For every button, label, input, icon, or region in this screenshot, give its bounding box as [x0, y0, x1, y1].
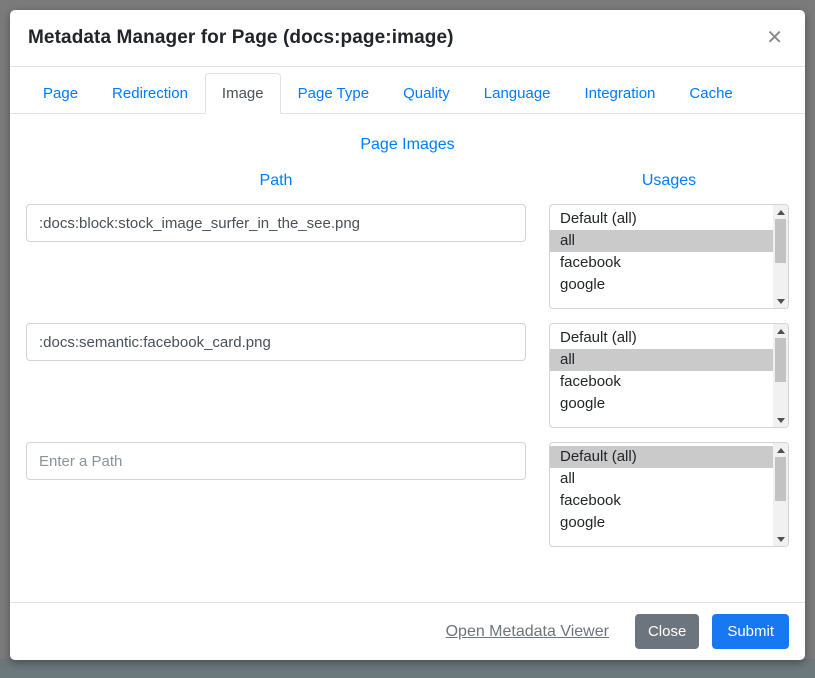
- scrollbar-up-arrow-icon[interactable]: [773, 443, 788, 457]
- tab-image[interactable]: Image: [205, 73, 281, 114]
- listbox-scrollbar[interactable]: [773, 205, 788, 308]
- tab-quality[interactable]: Quality: [386, 73, 467, 114]
- usage-option-google[interactable]: google: [550, 274, 773, 296]
- open-metadata-viewer-link[interactable]: Open Metadata Viewer: [446, 623, 609, 641]
- tab-bar: Page Redirection Image Page Type Quality…: [10, 73, 805, 114]
- usage-option-facebook[interactable]: facebook: [550, 371, 773, 393]
- tab-redirection[interactable]: Redirection: [95, 73, 205, 114]
- dialog-header: Metadata Manager for Page (docs:page:ima…: [10, 10, 805, 67]
- metadata-manager-dialog: Metadata Manager for Page (docs:page:ima…: [10, 10, 805, 660]
- scrollbar-down-arrow-icon[interactable]: [773, 532, 788, 546]
- listbox-scrollbar[interactable]: [773, 443, 788, 546]
- page-images-heading: Page Images: [26, 136, 789, 154]
- columns-header: Path Usages: [26, 172, 789, 190]
- usage-option-all[interactable]: all: [550, 468, 773, 490]
- usages-column-header: Usages: [549, 172, 789, 190]
- image-row: Default (all) all facebook google: [26, 204, 789, 309]
- scrollbar-down-arrow-icon[interactable]: [773, 413, 788, 427]
- usages-listbox-3[interactable]: Default (all) all facebook google: [549, 442, 789, 547]
- usage-option-default-all[interactable]: Default (all): [550, 208, 773, 230]
- usages-listbox-2[interactable]: Default (all) all facebook google: [549, 323, 789, 428]
- usage-option-default-all[interactable]: Default (all): [550, 446, 773, 468]
- dialog-body: Page Images Path Usages Default (all) al…: [10, 114, 805, 602]
- path-column-header: Path: [26, 172, 526, 190]
- close-icon[interactable]: ✕: [762, 26, 787, 50]
- close-button[interactable]: Close: [635, 614, 699, 649]
- tab-page-type[interactable]: Page Type: [281, 73, 386, 114]
- usage-option-all[interactable]: all: [550, 230, 773, 252]
- tab-cache[interactable]: Cache: [672, 73, 749, 114]
- usage-option-default-all[interactable]: Default (all): [550, 327, 773, 349]
- tab-integration[interactable]: Integration: [568, 73, 673, 114]
- path-input-2[interactable]: [26, 323, 526, 361]
- dialog-title: Metadata Manager for Page (docs:page:ima…: [28, 27, 454, 49]
- modal-backdrop[interactable]: Metadata Manager for Page (docs:page:ima…: [0, 0, 815, 678]
- usage-option-google[interactable]: google: [550, 393, 773, 415]
- dialog-footer: Open Metadata Viewer Close Submit: [10, 602, 805, 660]
- image-row: Default (all) all facebook google: [26, 323, 789, 428]
- usages-listbox-1[interactable]: Default (all) all facebook google: [549, 204, 789, 309]
- path-input-1[interactable]: [26, 204, 526, 242]
- path-input-new[interactable]: [26, 442, 526, 480]
- scrollbar-thumb[interactable]: [775, 338, 786, 382]
- tab-language[interactable]: Language: [467, 73, 568, 114]
- image-row: Default (all) all facebook google: [26, 442, 789, 547]
- scrollbar-thumb[interactable]: [775, 457, 786, 501]
- tab-page[interactable]: Page: [26, 73, 95, 114]
- usage-option-all[interactable]: all: [550, 349, 773, 371]
- scrollbar-up-arrow-icon[interactable]: [773, 205, 788, 219]
- usages-options: Default (all) all facebook google: [550, 443, 773, 546]
- scrollbar-thumb[interactable]: [775, 219, 786, 263]
- usages-options: Default (all) all facebook google: [550, 205, 773, 308]
- scrollbar-down-arrow-icon[interactable]: [773, 294, 788, 308]
- listbox-scrollbar[interactable]: [773, 324, 788, 427]
- usage-option-google[interactable]: google: [550, 512, 773, 534]
- submit-button[interactable]: Submit: [712, 614, 789, 649]
- usage-option-facebook[interactable]: facebook: [550, 252, 773, 274]
- usage-option-facebook[interactable]: facebook: [550, 490, 773, 512]
- scrollbar-up-arrow-icon[interactable]: [773, 324, 788, 338]
- usages-options: Default (all) all facebook google: [550, 324, 773, 427]
